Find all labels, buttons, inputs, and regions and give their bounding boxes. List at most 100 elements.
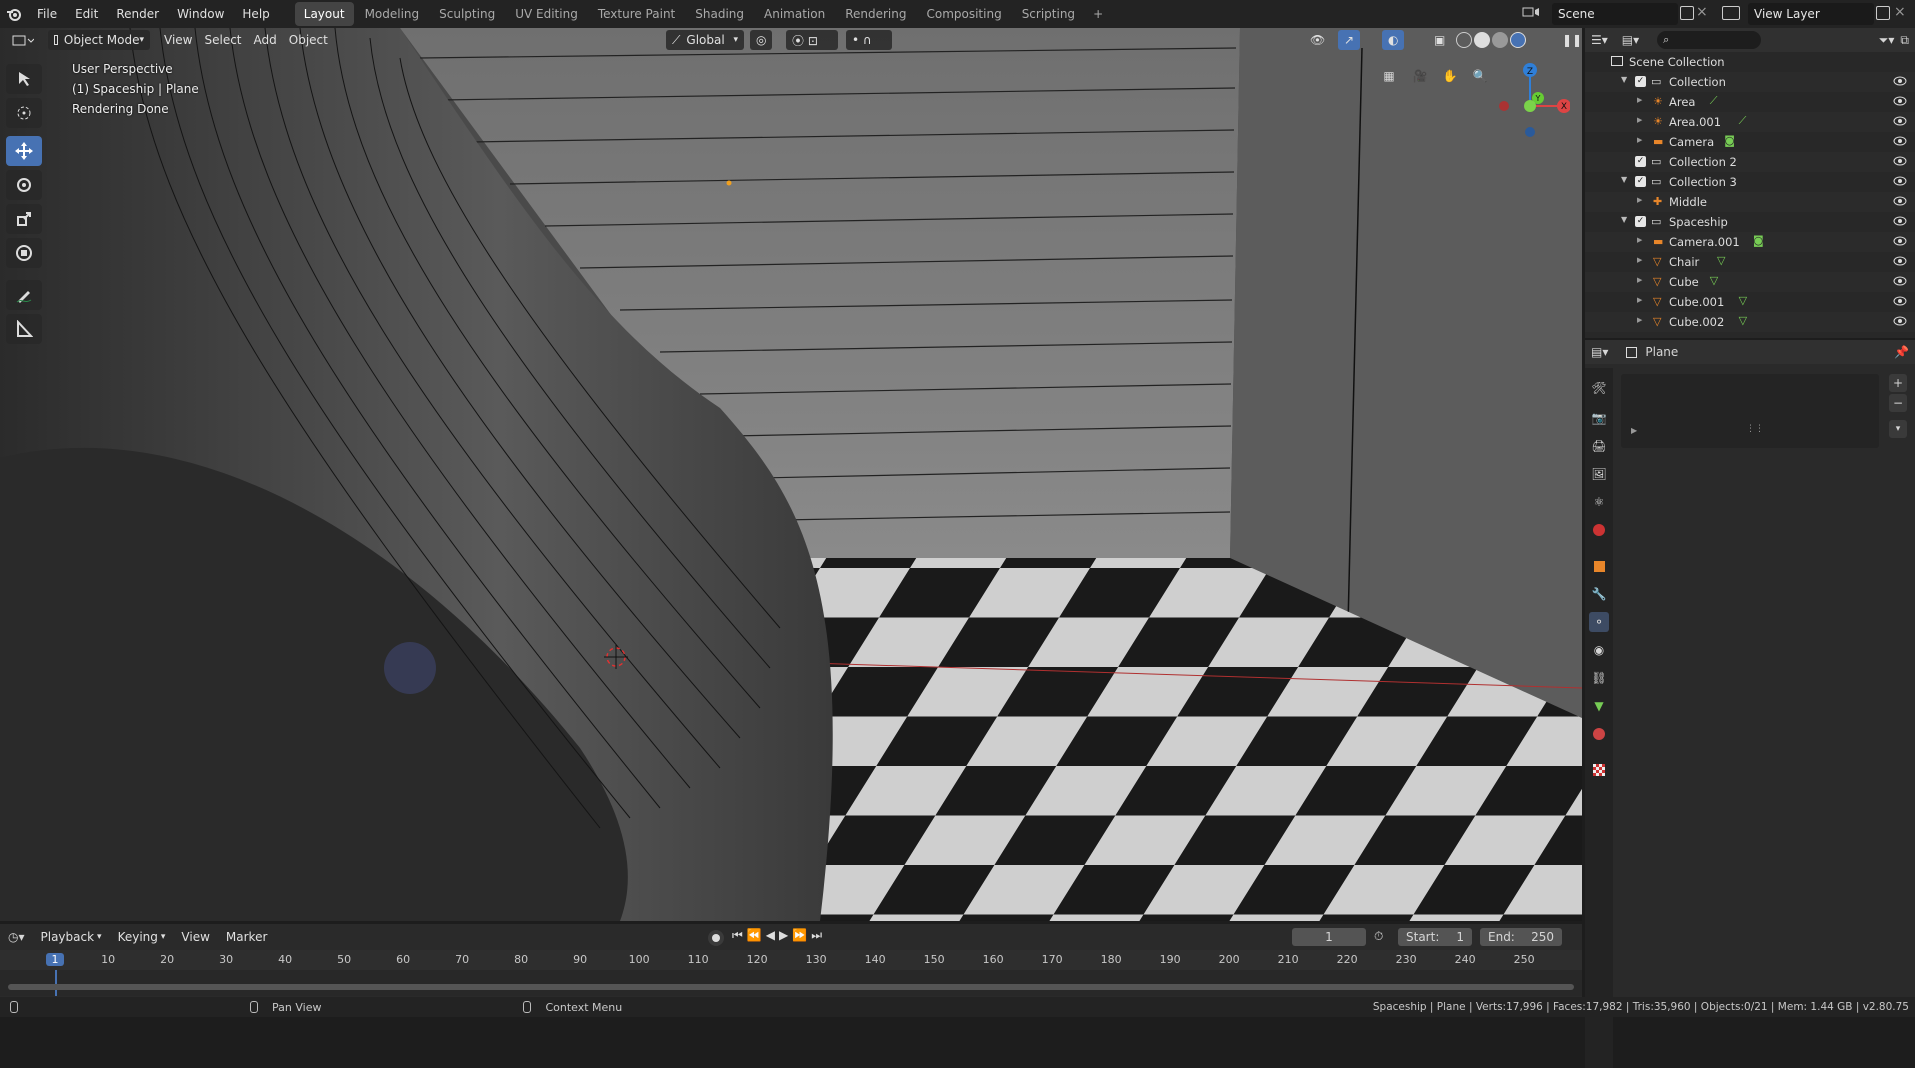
expanded-triangle-icon[interactable]: ▼ — [1621, 75, 1627, 84]
physics-tab-icon[interactable]: ◉ — [1589, 640, 1609, 660]
outliner-row-collection-3[interactable]: ▼ ✓ ▭ Collection 3 — [1585, 172, 1915, 192]
outliner-row-cube[interactable]: ▶ ▽ Cube ▽ — [1585, 272, 1915, 292]
pivot-dropdown[interactable]: ◎ — [750, 30, 772, 50]
workspace-tab-uv-editing[interactable]: UV Editing — [506, 2, 587, 26]
timeline-track-area[interactable] — [0, 970, 1582, 996]
pin-icon[interactable]: 📌 — [1894, 345, 1909, 359]
blender-logo-icon[interactable] — [0, 0, 28, 28]
play-icon[interactable]: ▶ — [779, 928, 788, 943]
record-button[interactable] — [708, 930, 724, 946]
view-layer-field[interactable]: View Layer — [1748, 3, 1874, 25]
menu-help[interactable]: Help — [233, 0, 278, 28]
world-tab-icon[interactable] — [1589, 520, 1609, 540]
overlay-toggle[interactable]: ◐ — [1382, 30, 1404, 50]
outliner-row-camera-001[interactable]: ▶ ▬ Camera.001 ◙ — [1585, 232, 1915, 252]
new-view-layer-icon[interactable] — [1876, 6, 1890, 20]
workspace-tab-sculpting[interactable]: Sculpting — [430, 2, 504, 26]
jump-end-icon[interactable]: ⏭ — [811, 928, 822, 943]
particles-tab-icon[interactable]: ⚬ — [1589, 612, 1609, 632]
viewport-menu-add[interactable]: Add — [248, 30, 283, 50]
annotate-tool[interactable] — [6, 280, 42, 310]
visibility-eye-icon[interactable] — [1893, 95, 1907, 110]
timeline-editor-type-icon[interactable]: ◷▾ — [8, 930, 25, 944]
visibility-eye-icon[interactable] — [1893, 195, 1907, 210]
display-mode-icon[interactable]: ▤▾ — [1622, 33, 1639, 47]
expand-triangle-icon[interactable]: ▶ — [1631, 426, 1637, 435]
collapsed-triangle-icon[interactable]: ▶ — [1637, 136, 1642, 144]
timeline-view-menu[interactable]: View — [175, 927, 215, 947]
collapsed-triangle-icon[interactable]: ▶ — [1637, 296, 1642, 304]
collapsed-triangle-icon[interactable]: ▶ — [1637, 316, 1642, 324]
workspace-tab-scripting[interactable]: Scripting — [1013, 2, 1084, 26]
pan-view-hand-icon[interactable]: ✋ — [1438, 64, 1462, 88]
mesh-data-icon[interactable]: ▽ — [1739, 314, 1747, 327]
mode-dropdown[interactable]: Object Mode ▾ — [48, 30, 150, 50]
outliner-row-area-001[interactable]: ▶ ☀ Area.001 ⟋ — [1585, 112, 1915, 132]
mesh-data-icon[interactable]: ▽ — [1739, 294, 1747, 307]
select-box-tool[interactable] — [6, 64, 42, 94]
current-frame-field[interactable]: 1 — [1292, 928, 1366, 946]
solid-shading-icon[interactable] — [1474, 32, 1490, 48]
collection-checkbox-icon[interactable]: ✓ — [1635, 156, 1646, 167]
collapsed-triangle-icon[interactable]: ▶ — [1637, 96, 1642, 104]
constraints-tab-icon[interactable]: ⛓ — [1589, 668, 1609, 688]
visibility-eye-icon[interactable] — [1893, 135, 1907, 150]
modifier-tab-icon[interactable]: 🔧 — [1589, 584, 1609, 604]
material-tab-icon[interactable] — [1589, 724, 1609, 744]
marker-menu[interactable]: Marker — [220, 927, 273, 947]
workspace-tab-rendering[interactable]: Rendering — [836, 2, 915, 26]
prev-keyframe-icon[interactable]: ⏪ — [747, 928, 762, 943]
particle-systems-list[interactable]: ▶ ⋮⋮ — [1621, 374, 1879, 448]
outliner-row-area[interactable]: ▶ ☀ Area ⟋ — [1585, 92, 1915, 112]
keying-menu[interactable]: Keying ▾ — [112, 927, 172, 947]
visibility-eye-icon[interactable] — [1893, 75, 1907, 90]
workspace-tab-layout[interactable]: Layout — [294, 2, 354, 26]
camera-view-icon[interactable]: 🎥 — [1408, 64, 1432, 88]
transform-tool[interactable] — [6, 238, 42, 268]
play-reverse-icon[interactable]: ◀ — [766, 928, 775, 943]
navigation-gizmo[interactable]: Z X Y — [1490, 58, 1571, 138]
orientation-dropdown[interactable]: ⟋ Global ▾ — [666, 30, 744, 50]
expanded-triangle-icon[interactable]: ▼ — [1621, 175, 1627, 184]
delete-scene-icon[interactable]: × — [1696, 4, 1708, 20]
visibility-eye-icon[interactable] — [1893, 215, 1907, 230]
menu-edit[interactable]: Edit — [66, 0, 107, 28]
mesh-data-icon[interactable]: ▽ — [1717, 254, 1725, 267]
tool-tab-icon[interactable]: 🛠 — [1589, 378, 1609, 398]
end-frame-field[interactable]: End: 250 — [1480, 928, 1562, 946]
properties-editor-type-icon[interactable]: ▤▾ — [1591, 345, 1608, 359]
visibility-eye-icon[interactable] — [1893, 295, 1907, 310]
outliner-row-collection[interactable]: ▼ ✓ ▭ Collection — [1585, 72, 1915, 92]
viewport-menu-select[interactable]: Select — [198, 30, 247, 50]
collapsed-triangle-icon[interactable]: ▶ — [1637, 276, 1642, 284]
menu-window[interactable]: Window — [168, 0, 233, 28]
gizmo-toggle[interactable]: ↗ — [1338, 30, 1360, 50]
visibility-eye-icon[interactable] — [1893, 275, 1907, 290]
stopwatch-icon[interactable]: ⏱ — [1374, 929, 1383, 944]
expanded-triangle-icon[interactable]: ▼ — [1621, 215, 1627, 224]
viewport-menu-view[interactable]: View — [158, 30, 198, 50]
workspace-tab-shading[interactable]: Shading — [686, 2, 753, 26]
object-tab-icon[interactable] — [1589, 556, 1609, 576]
scene-selector[interactable] — [1520, 3, 1542, 21]
collection-checkbox-icon[interactable]: ✓ — [1635, 76, 1646, 87]
proportional-edit-toggle[interactable]: • ∩ — [846, 30, 892, 50]
mesh-data-icon[interactable]: ▽ — [1710, 274, 1718, 287]
playhead[interactable] — [55, 970, 57, 996]
start-frame-field[interactable]: Start: 1 — [1398, 928, 1472, 946]
jump-start-icon[interactable]: ⏮ — [732, 928, 743, 943]
light-data-icon[interactable]: ⟋ — [1710, 94, 1718, 108]
output-tab-icon[interactable]: 🖨 — [1589, 436, 1609, 456]
outliner-scene-collection-row[interactable]: Scene Collection — [1585, 52, 1915, 72]
render-tab-icon[interactable]: 📷 — [1589, 408, 1609, 428]
3d-viewport[interactable]: Object Mode ▾ View Select Add Object ⟋ G… — [0, 28, 1582, 921]
zoom-view-icon[interactable]: 🔍 — [1468, 64, 1492, 88]
frame-ruler[interactable]: 1 10 20 30 40 50 60 70 80 90 100 110 120 130 140 150 160… — [0, 950, 1582, 970]
workspace-tab-animation[interactable]: Animation — [755, 2, 834, 26]
measure-tool[interactable] — [6, 314, 42, 344]
outliner-row-middle[interactable]: ▶ ✚ Middle — [1585, 192, 1915, 212]
resize-handle-icon[interactable]: ⋮⋮ — [1746, 424, 1764, 434]
rendered-shading-icon[interactable] — [1510, 32, 1526, 48]
wireframe-shading-icon[interactable] — [1456, 32, 1472, 48]
timeline-scrollbar[interactable] — [8, 984, 1574, 990]
